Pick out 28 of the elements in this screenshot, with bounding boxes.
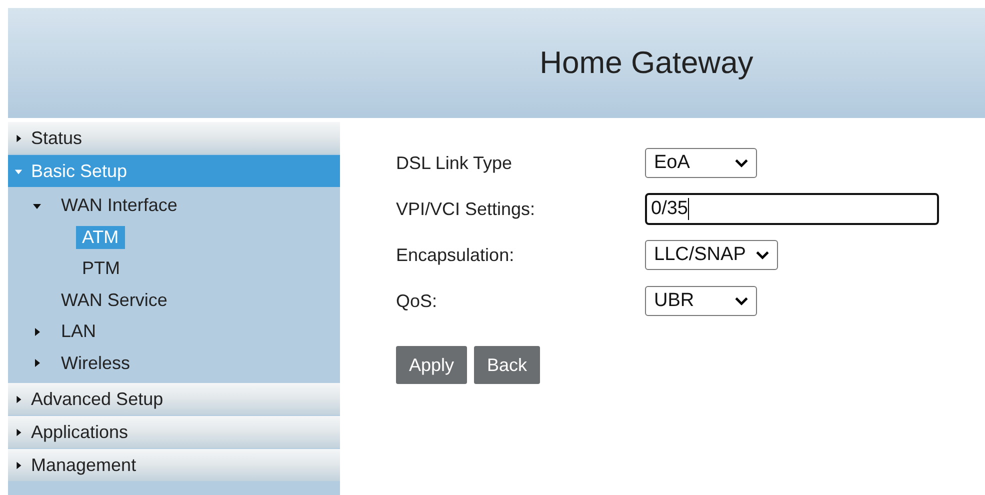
chevron-icon <box>735 296 748 306</box>
field-label: DSL Link Type <box>396 152 514 174</box>
caret-icon <box>14 394 23 404</box>
menu-item[interactable]: WAN Service <box>55 288 174 312</box>
chevron-icon <box>756 250 769 260</box>
chevron-icon <box>735 158 748 168</box>
menu-item[interactable]: PTM <box>76 257 126 280</box>
page-title: Home Gateway <box>540 45 754 81</box>
caret-icon <box>14 134 23 142</box>
menu-item[interactable]: Status <box>8 122 340 155</box>
field-label: Encapsulation: <box>396 244 516 266</box>
input-field[interactable]: 0/35 <box>645 193 939 225</box>
dropdown[interactable]: UBR <box>645 286 757 316</box>
caret-icon <box>14 428 23 436</box>
menu-item[interactable]: Advanced Setup <box>8 383 340 416</box>
field-label: QoS: <box>396 290 438 312</box>
menu-item[interactable]: Wireless <box>55 352 136 375</box>
menu-item[interactable]: Management <box>8 449 340 482</box>
dropdown[interactable]: EoA <box>645 148 757 178</box>
apply-button[interactable]: Apply <box>396 346 468 384</box>
back-button[interactable]: Back <box>474 346 540 384</box>
menu-item[interactable]: WAN Interface <box>55 194 184 218</box>
dropdown[interactable]: LLC/SNAP <box>645 240 778 270</box>
caret-icon <box>14 166 23 176</box>
field-label: VPI/VCI Settings: <box>396 198 536 220</box>
menu-item[interactable]: Applications <box>8 416 340 449</box>
caret-icon <box>14 460 23 470</box>
menu-item[interactable]: LAN <box>55 320 102 344</box>
